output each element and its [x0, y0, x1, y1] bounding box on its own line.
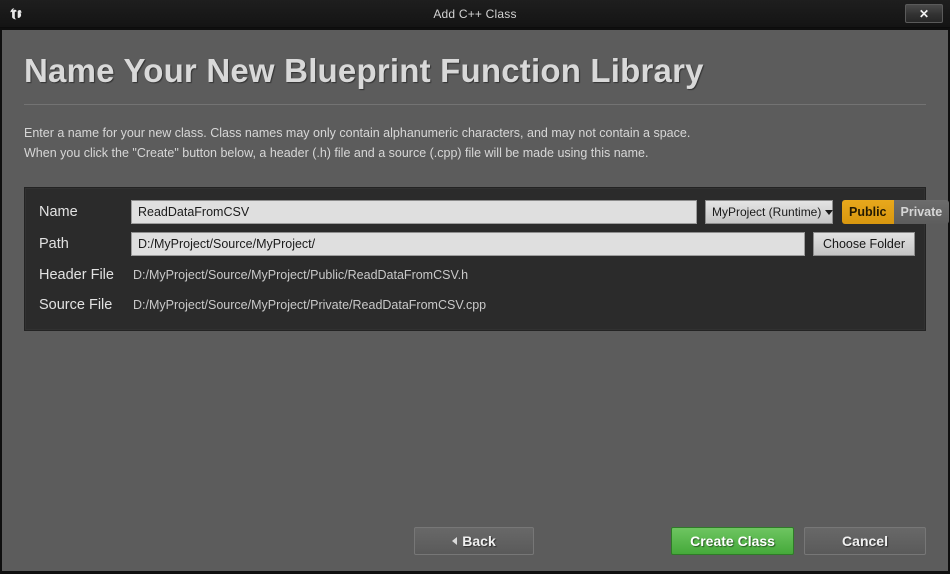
path-row: Path D:/MyProject/Source/MyProject/ Choo…	[35, 230, 915, 258]
dialog-content: Name Your New Blueprint Function Library…	[2, 30, 950, 571]
back-button[interactable]: Back	[414, 527, 535, 555]
path-label: Path	[39, 236, 69, 252]
add-cpp-class-dialog: Add C++ Class ✕ Name Your New Blueprint …	[0, 0, 950, 574]
class-name-input[interactable]: ReadDataFromCSV	[131, 200, 697, 224]
create-class-button[interactable]: Create Class	[671, 527, 795, 555]
heading-divider	[24, 104, 926, 105]
header-file-value: D:/MyProject/Source/MyProject/Public/Rea…	[133, 268, 469, 282]
page-description: Enter a name for your new class. Class n…	[24, 123, 926, 163]
path-input[interactable]: D:/MyProject/Source/MyProject/	[131, 232, 805, 256]
source-file-label: Source File	[39, 297, 113, 313]
visibility-private-button[interactable]: Private	[893, 200, 950, 224]
chevron-left-icon	[452, 537, 458, 545]
description-line-1: Enter a name for your new class. Class n…	[24, 126, 691, 140]
unreal-engine-logo-icon	[0, 0, 34, 27]
source-file-value: D:/MyProject/Source/MyProject/Private/Re…	[133, 298, 487, 312]
back-button-label: Back	[462, 533, 496, 549]
choose-folder-button[interactable]: Choose Folder	[813, 232, 915, 256]
name-label: Name	[39, 204, 78, 220]
class-settings-panel: Name ReadDataFromCSV MyProject (Runtime)…	[24, 187, 950, 331]
visibility-toggle: Public Private	[842, 200, 950, 224]
module-dropdown[interactable]: MyProject (Runtime)	[705, 200, 834, 224]
page-title: Name Your New Blueprint Function Library	[24, 52, 704, 89]
visibility-public-button[interactable]: Public	[842, 200, 894, 224]
window-body-frame: Name Your New Blueprint Function Library…	[0, 28, 950, 574]
window-titlebar: Add C++ Class ✕	[0, 0, 950, 28]
header-file-label: Header File	[39, 267, 114, 283]
header-file-row: Header File D:/MyProject/Source/MyProjec…	[35, 262, 915, 288]
description-line-2: When you click the "Create" button below…	[24, 146, 649, 160]
close-icon[interactable]: ✕	[905, 4, 943, 23]
source-file-row: Source File D:/MyProject/Source/MyProjec…	[35, 292, 915, 318]
module-dropdown-value: MyProject (Runtime)	[712, 205, 822, 219]
cancel-button[interactable]: Cancel	[804, 527, 927, 555]
chevron-down-icon	[825, 209, 834, 215]
dialog-footer: Back Create Class Cancel	[24, 527, 927, 571]
name-row: Name ReadDataFromCSV MyProject (Runtime)…	[35, 198, 950, 226]
window-title: Add C++ Class	[433, 6, 517, 21]
